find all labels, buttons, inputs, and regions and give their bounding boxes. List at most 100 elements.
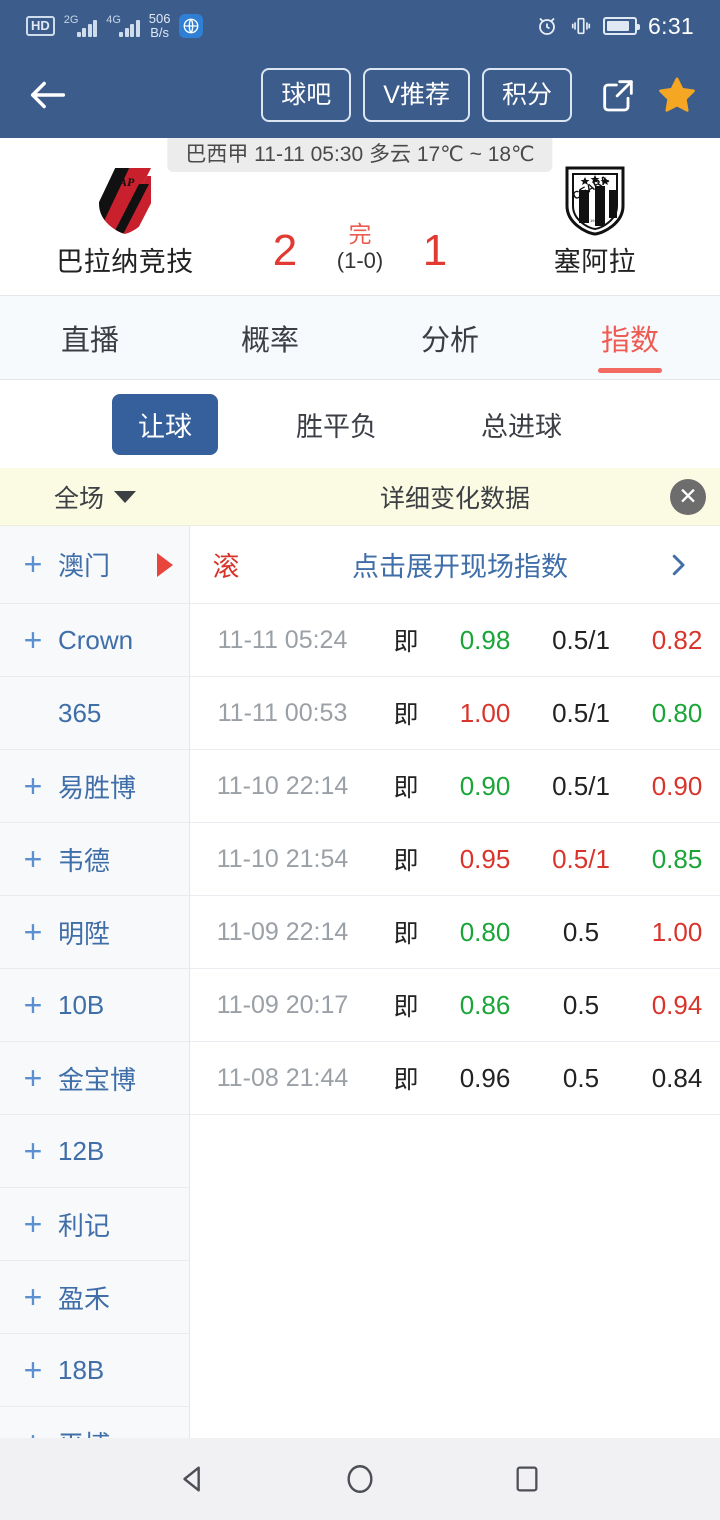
scope-selector[interactable]: 全场 <box>0 479 190 515</box>
plus-icon[interactable]: + <box>22 843 44 875</box>
subtab-zongjinqiu[interactable]: 总进球 <box>455 394 588 455</box>
home-team[interactable]: CAP 巴拉纳竞技 <box>0 164 250 279</box>
back-arrow-icon[interactable] <box>22 69 74 121</box>
plus-icon[interactable]: + <box>22 546 44 583</box>
plus-icon[interactable]: + <box>22 1427 44 1438</box>
share-icon[interactable] <box>598 75 638 115</box>
nav-back-triangle-icon[interactable] <box>165 1451 221 1507</box>
header-pill-vtuijian[interactable]: V推荐 <box>363 68 470 122</box>
row-bookmaker-cell[interactable]: + 利记 <box>0 1188 190 1261</box>
row-bookmaker-cell[interactable]: +金宝博 <box>0 1042 190 1115</box>
table-row[interactable]: +韦德11-10 21:54即0.950.5/10.85 <box>0 823 720 896</box>
row-bookmaker-cell[interactable]: +盈禾 <box>0 1261 190 1334</box>
svg-text:CAP: CAP <box>111 175 135 189</box>
row-bookmaker-cell[interactable]: +韦德 <box>0 823 190 896</box>
row-odds-type: 即 <box>375 622 437 658</box>
plus-icon[interactable]: + <box>22 624 44 656</box>
expand-row-bookmaker-cell[interactable]: + 澳门 <box>0 526 190 604</box>
subtab-shengpingfu[interactable]: 胜平负 <box>270 394 403 455</box>
signal-2g-label: 2G <box>64 15 79 26</box>
row-bookmaker-name: 平博 <box>58 1425 110 1439</box>
home-score: 2 <box>250 227 320 275</box>
tab-fenxi[interactable]: 分析 <box>360 296 540 379</box>
row-away-odds: 0.90 <box>629 771 720 802</box>
row-bookmaker-cell[interactable]: + 平博 <box>0 1407 190 1438</box>
filter-bar-title: 详细变化数据 <box>190 479 720 515</box>
row-odds-cell[interactable]: 11-08 21:44即0.960.50.84 <box>190 1042 720 1115</box>
table-row[interactable]: + 平博 <box>0 1407 720 1438</box>
row-bookmaker-cell[interactable]: +12B <box>0 1115 190 1188</box>
header-pill-qiuba[interactable]: 球吧 <box>261 68 351 122</box>
tab-gailv[interactable]: 概率 <box>180 296 360 379</box>
plus-icon[interactable]: + <box>22 770 44 802</box>
vibrate-icon <box>570 15 592 37</box>
away-team-name: 塞阿拉 <box>554 240 637 279</box>
table-row[interactable]: +Crown11-11 05:24即0.980.5/10.82 <box>0 604 720 677</box>
table-row[interactable]: +金宝博11-08 21:44即0.960.50.84 <box>0 1042 720 1115</box>
plus-icon[interactable]: + <box>22 1135 44 1167</box>
plus-icon[interactable]: + <box>22 1281 44 1313</box>
expand-row[interactable]: + 澳门 滚 点击展开现场指数 <box>0 526 720 604</box>
globe-icon <box>179 14 203 38</box>
row-bookmaker-name: 明陞 <box>58 914 110 951</box>
row-bookmaker-cell[interactable]: +18B <box>0 1334 190 1407</box>
close-icon[interactable]: ✕ <box>670 479 706 515</box>
table-row[interactable]: + 易胜博 11-10 22:14即0.900.5/10.90 <box>0 750 720 823</box>
away-team[interactable]: CEARA 1914 塞阿拉 <box>470 164 720 279</box>
table-row[interactable]: + 利记 <box>0 1188 720 1261</box>
row-odds-cell <box>190 1188 720 1261</box>
tab-zhishu[interactable]: 指数 <box>540 296 720 379</box>
row-odds-type: 即 <box>375 987 437 1023</box>
star-icon[interactable] <box>656 74 698 116</box>
header-pill-group: 球吧 V推荐 积分 <box>261 68 572 122</box>
table-row[interactable]: +18B <box>0 1334 720 1407</box>
network-speed-unit: B/s <box>150 25 169 40</box>
row-odds-cell[interactable]: 11-10 21:54即0.950.5/10.85 <box>190 823 720 896</box>
plus-icon[interactable]: + <box>22 916 44 948</box>
row-odds-type: 即 <box>375 695 437 731</box>
ceara-crest: CEARA 1914 <box>561 164 629 236</box>
table-row[interactable]: +36511-11 00:53即1.000.5/10.80 <box>0 677 720 750</box>
table-row[interactable]: +12B <box>0 1115 720 1188</box>
table-row[interactable]: + 明陞 11-09 22:14即0.800.51.00 <box>0 896 720 969</box>
expand-row-content[interactable]: 滚 点击展开现场指数 <box>190 526 720 604</box>
odds-table[interactable]: + 澳门 滚 点击展开现场指数 +Crown11-11 05:24即0.980.… <box>0 526 720 1438</box>
row-odds-cell[interactable]: 11-09 20:17即0.860.50.94 <box>190 969 720 1042</box>
plus-icon[interactable]: + <box>22 1354 44 1386</box>
row-home-odds: 0.96 <box>437 1063 533 1094</box>
home-team-name: 巴拉纳竞技 <box>56 240 194 279</box>
halftime-score: (1-0) <box>320 247 400 275</box>
row-bookmaker-cell[interactable]: + 明陞 <box>0 896 190 969</box>
row-odds-cell <box>190 1261 720 1334</box>
row-timestamp: 11-11 05:24 <box>190 626 375 655</box>
row-odds-cell[interactable]: 11-11 00:53即1.000.5/10.80 <box>190 677 720 750</box>
row-bookmaker-cell[interactable]: + 易胜博 <box>0 750 190 823</box>
row-odds-cell[interactable]: 11-09 22:14即0.800.51.00 <box>190 896 720 969</box>
row-bookmaker-cell[interactable]: +365 <box>0 677 190 750</box>
expand-label[interactable]: 点击展开现场指数 <box>262 545 658 584</box>
table-row[interactable]: +盈禾 <box>0 1261 720 1334</box>
plus-icon[interactable]: + <box>22 1208 44 1240</box>
plus-icon[interactable]: + <box>22 1062 44 1094</box>
chevron-right-icon[interactable] <box>658 550 698 580</box>
nav-recents-square-icon[interactable] <box>499 1451 555 1507</box>
status-bar-left: HD 2G 4G 506 B/s <box>26 12 203 40</box>
row-odds-cell[interactable]: 11-11 05:24即0.980.5/10.82 <box>190 604 720 677</box>
row-away-odds: 0.85 <box>629 844 720 875</box>
row-bookmaker-cell[interactable]: +Crown <box>0 604 190 677</box>
row-bookmaker-name: 利记 <box>58 1206 110 1243</box>
header-pill-jifen[interactable]: 积分 <box>482 68 572 122</box>
table-row[interactable]: +10B11-09 20:17即0.860.50.94 <box>0 969 720 1042</box>
filter-bar: 全场 详细变化数据 ✕ <box>0 468 720 526</box>
row-handicap: 0.5 <box>533 917 629 948</box>
plus-icon[interactable]: + <box>22 989 44 1021</box>
row-odds-cell <box>190 1334 720 1407</box>
alarm-icon <box>535 14 559 38</box>
subtab-rangqiu[interactable]: 让球 <box>112 394 218 455</box>
tab-zhibo[interactable]: 直播 <box>0 296 180 379</box>
row-bookmaker-name: 易胜博 <box>58 768 136 805</box>
nav-home-circle-icon[interactable] <box>332 1451 388 1507</box>
status-bar: HD 2G 4G 506 B/s <box>0 0 720 52</box>
row-bookmaker-cell[interactable]: +10B <box>0 969 190 1042</box>
row-odds-cell[interactable]: 11-10 22:14即0.900.5/10.90 <box>190 750 720 823</box>
